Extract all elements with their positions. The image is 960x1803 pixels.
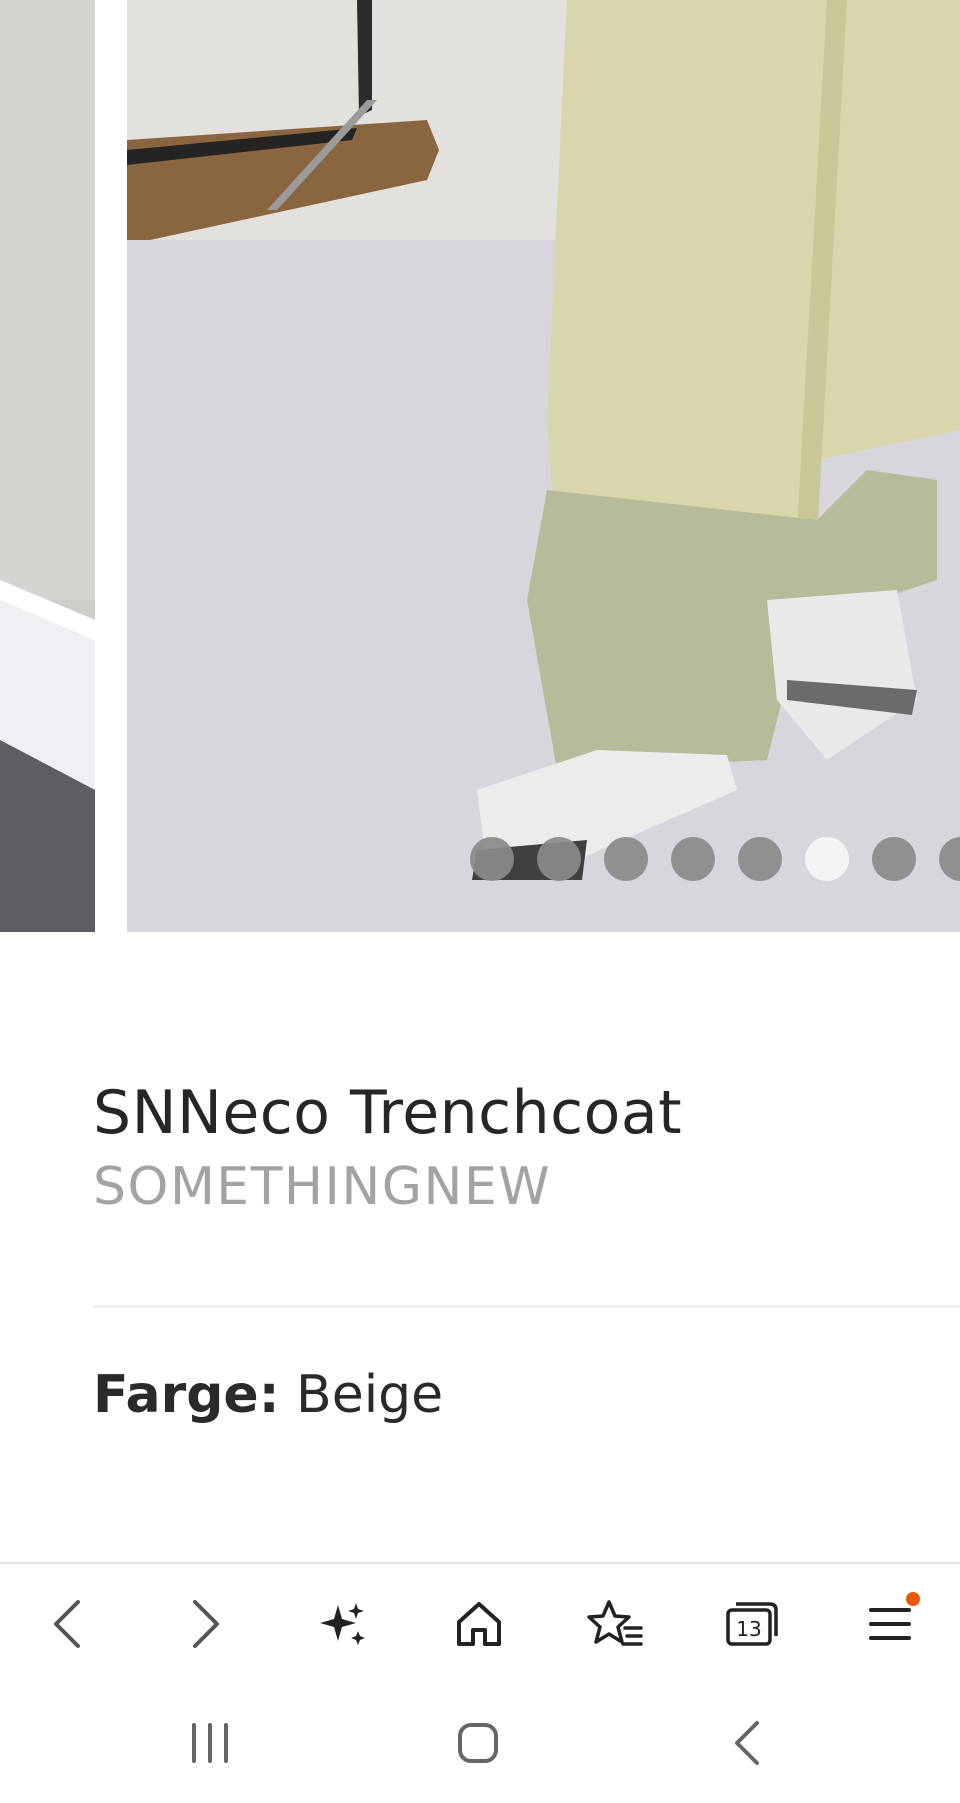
recent-apps-icon	[192, 1723, 228, 1763]
recent-apps-button[interactable]	[165, 1703, 255, 1783]
divider	[93, 1305, 960, 1308]
carousel-dot[interactable]	[671, 837, 715, 881]
notification-dot	[906, 1592, 920, 1606]
menu-button[interactable]	[848, 1582, 932, 1666]
system-back-icon	[735, 1721, 759, 1765]
back-icon	[54, 1600, 80, 1648]
system-back-button[interactable]	[702, 1703, 792, 1783]
carousel-dot[interactable]	[872, 837, 916, 881]
bookmarks-icon	[587, 1600, 643, 1646]
forward-button[interactable]	[165, 1582, 249, 1666]
back-button[interactable]	[24, 1582, 108, 1666]
color-selection: Farge: Beige	[93, 1360, 443, 1430]
color-value: Beige	[296, 1365, 444, 1425]
carousel-dot-active[interactable]	[805, 837, 849, 881]
previous-slide-image[interactable]	[0, 0, 95, 932]
home-icon	[457, 1602, 501, 1646]
home-button[interactable]	[437, 1582, 521, 1666]
product-info: SNNeco Trenchcoat SOMETHINGNEW	[93, 1075, 960, 1219]
ai-sparkle-icon	[320, 1603, 365, 1645]
carousel-dot[interactable]	[537, 837, 581, 881]
tabs-button[interactable]: 13	[710, 1582, 794, 1666]
main-slide-image[interactable]	[127, 0, 960, 932]
home-circle-icon	[458, 1723, 498, 1763]
ai-assistant-button[interactable]	[301, 1582, 385, 1666]
color-label: Farge:	[93, 1365, 280, 1425]
carousel-dot[interactable]	[738, 837, 782, 881]
tab-count: 13	[736, 1617, 761, 1641]
product-image-carousel[interactable]	[0, 0, 960, 932]
browser-toolbar: 13	[0, 1562, 960, 1684]
system-navigation-bar	[0, 1683, 960, 1803]
system-home-button[interactable]	[433, 1703, 523, 1783]
forward-icon	[193, 1600, 219, 1648]
carousel-dot[interactable]	[470, 837, 514, 881]
carousel-dot[interactable]	[604, 837, 648, 881]
bookmarks-button[interactable]	[573, 1582, 657, 1666]
product-title: SNNeco Trenchcoat	[93, 1078, 683, 1148]
tabs-icon: 13	[726, 1602, 778, 1646]
product-brand[interactable]: SOMETHINGNEW	[93, 1155, 960, 1219]
menu-icon	[869, 1608, 911, 1640]
